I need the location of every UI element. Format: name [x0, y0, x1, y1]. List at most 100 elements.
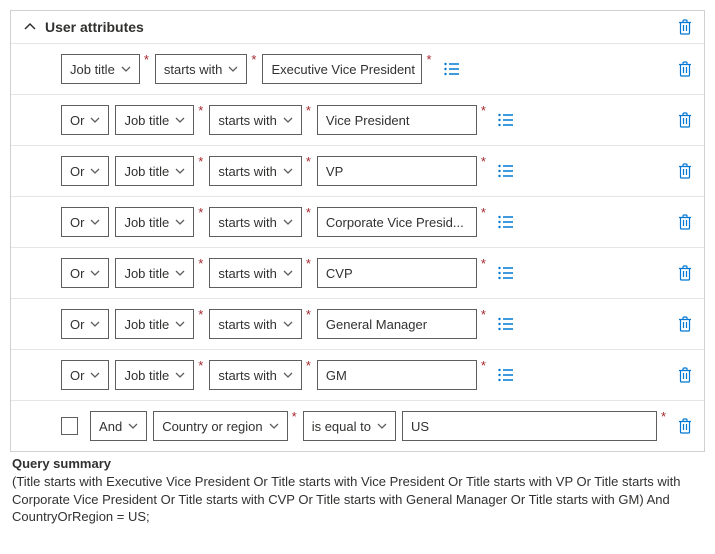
required-marker: *: [661, 409, 666, 424]
required-marker: *: [251, 52, 256, 67]
rule-row: Or Job title * starts with * Vice Presid…: [11, 95, 704, 146]
dropdown-label: starts with: [218, 164, 277, 179]
trash-icon[interactable]: [678, 265, 692, 281]
dropdown-label: Country or region: [162, 419, 262, 434]
trash-icon[interactable]: [678, 163, 692, 179]
list-icon[interactable]: [498, 317, 514, 331]
rule-row: Or Job title * starts with * GM*: [11, 350, 704, 401]
rule-row: Or Job title * starts with * Corporate V…: [11, 197, 704, 248]
value-input[interactable]: Vice President: [317, 105, 477, 135]
value-input[interactable]: CVP: [317, 258, 477, 288]
list-icon[interactable]: [498, 215, 514, 229]
required-marker: *: [198, 256, 203, 271]
dropdown-label: starts with: [164, 62, 223, 77]
chevron-down-icon: [90, 372, 100, 378]
dropdown-label: starts with: [218, 266, 277, 281]
operator-dropdown[interactable]: starts with: [155, 54, 248, 84]
rule-checkbox[interactable]: [61, 417, 78, 435]
chevron-down-icon: [175, 219, 185, 225]
attribute-dropdown[interactable]: Job title: [61, 54, 140, 84]
trash-icon[interactable]: [678, 19, 692, 35]
chevron-down-icon: [377, 423, 387, 429]
chevron-down-icon: [90, 117, 100, 123]
logic-dropdown[interactable]: And: [90, 411, 147, 441]
operator-dropdown[interactable]: starts with: [209, 156, 302, 186]
chevron-down-icon: [283, 270, 293, 276]
trash-icon[interactable]: [678, 61, 692, 77]
value-input[interactable]: Executive Vice President: [262, 54, 422, 84]
list-icon[interactable]: [498, 266, 514, 280]
attribute-dropdown[interactable]: Job title: [115, 309, 194, 339]
rule-row: Or Job title * starts with * VP *: [11, 146, 704, 197]
required-marker: *: [481, 103, 486, 118]
operator-dropdown[interactable]: starts with: [209, 309, 302, 339]
dropdown-label: starts with: [218, 215, 277, 230]
required-marker: *: [198, 154, 203, 169]
operator-dropdown[interactable]: is equal to: [303, 411, 396, 441]
required-marker: *: [306, 154, 311, 169]
dropdown-label: starts with: [218, 368, 277, 383]
required-marker: *: [481, 358, 486, 373]
dropdown-label: And: [99, 419, 122, 434]
chevron-up-icon[interactable]: [23, 20, 37, 34]
dropdown-label: Job title: [124, 317, 169, 332]
operator-dropdown[interactable]: starts with: [209, 258, 302, 288]
value-input[interactable]: Corporate Vice Presid...: [317, 207, 477, 237]
trash-icon[interactable]: [678, 367, 692, 383]
logic-dropdown[interactable]: Or: [61, 105, 109, 135]
operator-dropdown[interactable]: starts with: [209, 360, 302, 390]
chevron-down-icon: [283, 219, 293, 225]
list-icon[interactable]: [444, 62, 460, 76]
chevron-down-icon: [283, 321, 293, 327]
list-icon[interactable]: [498, 113, 514, 127]
attribute-dropdown[interactable]: Country or region: [153, 411, 287, 441]
chevron-down-icon: [175, 270, 185, 276]
attribute-dropdown[interactable]: Job title: [115, 360, 194, 390]
value-input[interactable]: GM: [317, 360, 477, 390]
rule-row: Job title * starts with * Executive Vice…: [11, 44, 704, 95]
chevron-down-icon: [90, 321, 100, 327]
user-attributes-panel: User attributes Job title * starts with …: [10, 10, 705, 452]
dropdown-label: is equal to: [312, 419, 371, 434]
required-marker: *: [426, 52, 431, 67]
value-input[interactable]: US: [402, 411, 657, 441]
logic-dropdown[interactable]: Or: [61, 309, 109, 339]
logic-dropdown[interactable]: Or: [61, 207, 109, 237]
chevron-down-icon: [90, 219, 100, 225]
logic-dropdown[interactable]: Or: [61, 156, 109, 186]
operator-dropdown[interactable]: starts with: [209, 105, 302, 135]
trash-icon[interactable]: [678, 418, 692, 434]
query-summary: Query summary (Title starts with Executi…: [10, 452, 705, 526]
list-icon[interactable]: [498, 368, 514, 382]
logic-dropdown[interactable]: Or: [61, 258, 109, 288]
attribute-dropdown[interactable]: Job title: [115, 156, 194, 186]
attribute-dropdown[interactable]: Job title: [115, 258, 194, 288]
required-marker: *: [481, 154, 486, 169]
dropdown-label: Or: [70, 215, 84, 230]
attribute-dropdown[interactable]: Job title: [115, 207, 194, 237]
value-input[interactable]: General Manager: [317, 309, 477, 339]
panel-title: User attributes: [45, 19, 678, 35]
required-marker: *: [306, 103, 311, 118]
required-marker: *: [198, 307, 203, 322]
required-marker: *: [481, 307, 486, 322]
trash-icon[interactable]: [678, 112, 692, 128]
chevron-down-icon: [283, 168, 293, 174]
chevron-down-icon: [228, 66, 238, 72]
required-marker: *: [292, 409, 297, 424]
attribute-dropdown[interactable]: Job title: [115, 105, 194, 135]
required-marker: *: [306, 205, 311, 220]
chevron-down-icon: [283, 117, 293, 123]
list-icon[interactable]: [498, 164, 514, 178]
value-input[interactable]: VP: [317, 156, 477, 186]
logic-dropdown[interactable]: Or: [61, 360, 109, 390]
trash-icon[interactable]: [678, 316, 692, 332]
dropdown-label: Job title: [124, 368, 169, 383]
dropdown-label: Job title: [70, 62, 115, 77]
chevron-down-icon: [121, 66, 131, 72]
operator-dropdown[interactable]: starts with: [209, 207, 302, 237]
required-marker: *: [481, 205, 486, 220]
chevron-down-icon: [175, 321, 185, 327]
trash-icon[interactable]: [678, 214, 692, 230]
required-marker: *: [306, 358, 311, 373]
